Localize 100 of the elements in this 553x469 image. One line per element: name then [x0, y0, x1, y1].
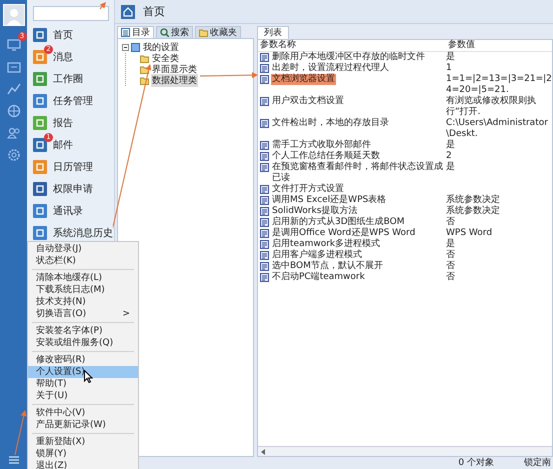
- nav-item[interactable]: 工作圈: [53, 72, 83, 86]
- settings-row-icon: [260, 229, 269, 238]
- table-cell: 是: [446, 162, 455, 172]
- tab[interactable]: 目录: [117, 26, 154, 38]
- settings-row-icon: [260, 152, 269, 161]
- settings-row-icon: [260, 97, 269, 106]
- menu-item[interactable]: 切换语言(O) >: [28, 308, 138, 320]
- table-cell[interactable]: 选中BOM节点，默认不展开: [271, 261, 384, 272]
- settings-row-icon: [260, 240, 269, 249]
- tab[interactable]: 列表: [257, 26, 289, 39]
- table-cell: 否: [446, 261, 455, 271]
- status-text: 0 个对象: [458, 457, 494, 469]
- menu-item[interactable]: 帮助(T): [28, 378, 138, 390]
- menu-item[interactable]: 退出(Z): [28, 460, 138, 469]
- table-cell[interactable]: 需手工方式收取外部邮件: [271, 140, 372, 151]
- settings-row-icon: [260, 251, 269, 260]
- settings-row-icon: [260, 119, 269, 128]
- table-cell[interactable]: 启用teamwork多进程模式: [271, 239, 382, 250]
- table-cell: 否: [446, 250, 455, 260]
- table-cell: WPS Word: [446, 228, 492, 238]
- table-cell: 是: [446, 140, 455, 150]
- search-icon: [160, 28, 169, 37]
- chart-line-icon[interactable]: [6, 82, 20, 96]
- square-icon: [131, 43, 140, 52]
- table-cell[interactable]: 在预览窗格查看邮件时，将邮件状态设置成已读: [271, 162, 446, 184]
- menu-item[interactable]: 修改密码(R): [28, 354, 138, 366]
- menu-item[interactable]: 清除本地缓存(L): [28, 272, 138, 284]
- status-text: 锁定南: [524, 457, 551, 469]
- table-cell[interactable]: 启用客户端多进程模式: [271, 250, 363, 261]
- nav-item[interactable]: 权限申请: [53, 182, 93, 196]
- table-cell[interactable]: 用户双击文档设置: [271, 96, 345, 107]
- settings-row-icon: [260, 262, 269, 271]
- page-title: 首页: [143, 4, 165, 19]
- settings-row-icon: [260, 273, 269, 282]
- menu-item[interactable]: 重新登陆(X): [28, 436, 138, 448]
- table-cell: 否: [446, 217, 455, 227]
- settings-row-icon: [260, 75, 269, 84]
- table-cell[interactable]: 不启动PC端teamwork: [271, 272, 366, 283]
- table-cell[interactable]: SolidWorks提取方法: [271, 206, 358, 217]
- nav-item[interactable]: 首页: [53, 28, 73, 42]
- annotation-arrow: [14, 410, 27, 456]
- menu-item[interactable]: 锁屏(Y): [28, 448, 138, 460]
- search-field[interactable]: [33, 6, 109, 21]
- table-cell[interactable]: 个人工作总结任务顺延天数: [271, 151, 381, 162]
- home-icon[interactable]: [121, 4, 135, 18]
- menu-item[interactable]: 安装或组件服务(Q): [28, 337, 138, 349]
- table-cell: 有浏览或修改权限则执行“打开.: [446, 96, 536, 117]
- menu-item[interactable]: 下载系统日志(M): [28, 284, 138, 296]
- settings-row-icon: [260, 64, 269, 73]
- table-cell: 系统参数决定: [446, 195, 500, 205]
- nav-item[interactable]: 消息: [53, 50, 73, 64]
- settings-row-icon: [260, 163, 269, 172]
- table-cell[interactable]: 文件打开方式设置: [271, 184, 345, 195]
- menu-item[interactable]: 自动登录(J): [28, 243, 138, 255]
- column-header: 参数名称: [259, 40, 297, 51]
- menu-item[interactable]: 产品更新记录(W): [28, 419, 138, 431]
- settings-icon[interactable]: [6, 148, 20, 162]
- globe-icon[interactable]: [6, 104, 20, 118]
- menu-icon[interactable]: [8, 455, 20, 465]
- table-cell[interactable]: 文件检出时，本地的存放目录: [271, 118, 390, 129]
- table-cell: 1: [446, 63, 452, 73]
- nav-item[interactable]: 邮件: [53, 138, 73, 152]
- menu-item[interactable]: 状态栏(K): [28, 255, 138, 267]
- settings-row-icon: [260, 218, 269, 227]
- tree-item[interactable]: 数据处理类: [151, 74, 198, 87]
- table-cell[interactable]: 文档浏览器设置: [271, 74, 336, 85]
- nav-item[interactable]: 报告: [53, 116, 73, 130]
- table-cell: 系统参数决定: [446, 206, 500, 216]
- table-cell: 是: [446, 52, 455, 62]
- table-cell[interactable]: 是调用Office Word还是WPS Word: [271, 228, 416, 239]
- table-cell[interactable]: 启用新的方式从3D图纸生成BOM: [271, 217, 406, 228]
- table-cell[interactable]: 出差时，设置流程过程代理人: [271, 63, 390, 74]
- menu-item[interactable]: 软件中心(V): [28, 407, 138, 419]
- tab[interactable]: 收藏夹: [195, 26, 241, 38]
- nav-item[interactable]: 通讯录: [53, 204, 83, 218]
- settings-row-icon: [260, 185, 269, 194]
- menu-item[interactable]: 关于(U): [28, 390, 138, 402]
- settings-row-icon: [260, 141, 269, 150]
- menu-item[interactable]: 安装签名字体(P): [28, 325, 138, 337]
- avatar-icon[interactable]: [2, 4, 24, 26]
- horizontal-scrollbar[interactable]: [258, 446, 552, 456]
- annotation-arrow: [200, 72, 258, 78]
- column-header: 参数值: [447, 40, 476, 51]
- collapse-icon[interactable]: [122, 44, 129, 51]
- table-cell[interactable]: 调用MS Excel还是WPS表格: [271, 195, 388, 206]
- table-cell[interactable]: 删除用户本地缓冲区中存放的临时文件: [271, 52, 426, 63]
- tab[interactable]: 搜索: [156, 26, 193, 38]
- menu-item[interactable]: 个人设置(S): [28, 366, 138, 378]
- nav-item[interactable]: 系统消息历史: [53, 226, 113, 240]
- menu-item[interactable]: 技术支持(N): [28, 296, 138, 308]
- table-cell: 1=1=|2=13=|3=21=|24=20=|5=21.: [446, 74, 552, 95]
- table-cell: 否: [446, 272, 455, 282]
- settings-row-icon: [260, 196, 269, 205]
- nav-item[interactable]: 日历管理: [53, 160, 93, 174]
- users-icon[interactable]: [6, 126, 20, 140]
- table-cell: 是: [446, 239, 455, 249]
- monitor-icon[interactable]: [6, 38, 20, 52]
- table-cell: C:\Users\Administrator\Deskt.: [446, 118, 548, 139]
- nav-item[interactable]: 任务管理: [53, 94, 93, 108]
- settings-row-icon: [260, 207, 269, 216]
